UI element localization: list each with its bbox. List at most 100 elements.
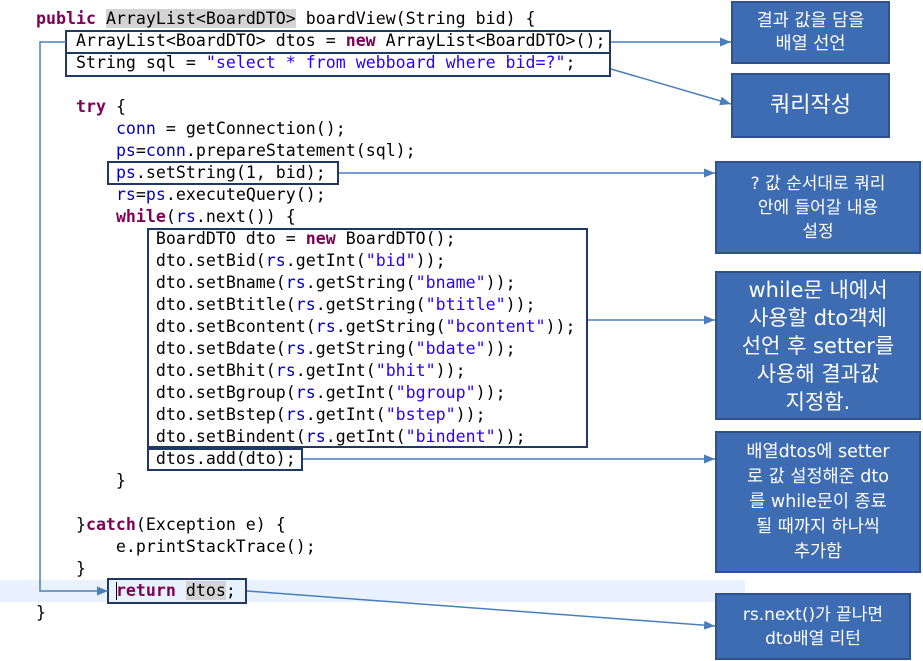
text-cursor (116, 582, 117, 600)
callout-parameter-binding: ? 값 순서대로 쿼리 안에 들어갈 내용 설정 (715, 161, 921, 254)
code-text: .setString(1, bid); (135, 163, 326, 182)
code-keyword: catch (85, 515, 136, 534)
callout-text-line: 로 값 설정해준 dto (747, 466, 889, 487)
code-keyword: public (36, 9, 96, 28)
code-keyword: return (115, 581, 176, 600)
callout-text-line: ? 값 순서대로 쿼리 (750, 173, 886, 194)
code-string-literal: "bid" (365, 251, 416, 270)
code-line: ps.setString(1, bid); (36, 162, 605, 184)
code-text: = (135, 185, 146, 204)
code-line: return dtos; (36, 580, 605, 602)
code-line: dto.setBgroup(rs.getInt("bgroup")); (36, 382, 605, 404)
code-field: conn (115, 119, 156, 138)
callout-text-line: while문 내에서 (748, 277, 888, 302)
code-text: dto.setBcontent( (36, 317, 316, 336)
code-string-literal: "bcontent" (445, 317, 546, 336)
code-line: dtos.add(dto); (36, 448, 605, 470)
code-field: ps (115, 163, 136, 182)
callout-dto-setters: while문 내에서 사용할 dto객체 선언 후 setter를 사용해 결과… (715, 271, 921, 420)
code-text: (Exception e) { (135, 515, 286, 534)
code-text: dto.setBdate( (36, 339, 286, 358)
callout-text-line: 선언 후 setter를 (741, 333, 895, 358)
code-text: )); (415, 251, 446, 270)
code-text: ( (165, 207, 176, 226)
code-text: { (105, 97, 126, 116)
code-line: BoardDTO dto = new BoardDTO(); (36, 228, 605, 250)
code-text: )); (545, 317, 576, 336)
code-text: ArrayList<BoardDTO>(); (375, 31, 606, 50)
annotated-code-slide: public ArrayList<BoardDTO> boardView(Str… (0, 0, 923, 661)
code-field: ps (145, 185, 166, 204)
code-text: .executeQuery(); (165, 185, 326, 204)
code-string-literal: "bname" (415, 273, 486, 292)
code-text: .getInt( (325, 427, 406, 446)
code-field: rs (175, 207, 196, 226)
code-text: .getString( (305, 273, 416, 292)
code-field: rs (275, 361, 296, 380)
code-text: ; (565, 53, 576, 72)
code-text: BoardDTO dto = (36, 229, 306, 248)
code-text: )); (435, 361, 466, 380)
code-text: } (36, 471, 126, 490)
callout-text-line: 사용할 dto객체 (749, 305, 887, 330)
code-text: ; (225, 581, 236, 600)
code-line: } (36, 602, 605, 624)
callout-dtos-add: 배열dtos에 setter 로 값 설정해준 dto 를 while문이 종료… (715, 431, 921, 573)
code-occurrence-highlight: dtos (185, 581, 226, 600)
code-text: boardView(String bid) { (295, 9, 536, 28)
code-editor[interactable]: public ArrayList<BoardDTO> boardView(Str… (36, 8, 605, 624)
code-text: dto.setBhit( (36, 361, 276, 380)
code-line: public ArrayList<BoardDTO> boardView(Str… (36, 8, 605, 30)
code-occurrence-highlight: ArrayList<BoardDTO> (105, 9, 296, 28)
callout-text-line: 추가함 (793, 541, 843, 562)
code-text: ArrayList<BoardDTO> dtos = (36, 31, 346, 50)
callout-text-line: dto배열 리턴 (765, 628, 861, 649)
code-line: dto.setBid(rs.getInt("bid")); (36, 250, 605, 272)
code-line: try { (36, 96, 605, 118)
callout-array-declaration: 결과 값을 담을 배열 선언 (731, 1, 890, 64)
code-line: dto.setBdate(rs.getString("bdate")); (36, 338, 605, 360)
code-text: e.printStackTrace(); (36, 537, 316, 556)
code-text: dtos.add(dto); (36, 449, 296, 468)
code-text: )); (495, 427, 526, 446)
code-line: }catch(Exception e) { (36, 514, 605, 536)
code-field: rs (265, 251, 286, 270)
code-text: .next()) { (195, 207, 296, 226)
code-text: .getString( (305, 339, 416, 358)
code-keyword: new (305, 229, 336, 248)
code-field: rs (285, 339, 306, 358)
arrow-to-query-note (610, 68, 732, 106)
code-line: ps=conn.prepareStatement(sql); (36, 140, 605, 162)
code-line: dto.setBhit(rs.getInt("bhit")); (36, 360, 605, 382)
code-text: dto.setBindent( (36, 427, 306, 446)
code-text: dto.setBgroup( (36, 383, 296, 402)
callout-text-line: 배열 선언 (775, 33, 846, 54)
code-text: .prepareStatement(sql); (185, 141, 416, 160)
code-keyword: while (115, 207, 166, 226)
code-text: .getString( (335, 317, 446, 336)
code-text: dto.setBtitle( (36, 295, 296, 314)
callout-text-line: 지정함. (785, 389, 851, 414)
code-field: rs (285, 405, 306, 424)
code-line: conn = getConnection(); (36, 118, 605, 140)
code-text: .getInt( (305, 405, 386, 424)
code-line: rs=ps.executeQuery(); (36, 184, 605, 206)
code-text: dto.setBname( (36, 273, 286, 292)
callout-text-line: 결과 값을 담을 (756, 10, 865, 31)
code-field: rs (295, 383, 316, 402)
callout-return-array: rs.next()가 끝나면 dto배열 리턴 (715, 593, 911, 660)
code-text: )); (485, 339, 516, 358)
code-line: } (36, 470, 605, 492)
callout-query-writing: 쿼리작성 (731, 73, 890, 138)
code-field: conn (145, 141, 186, 160)
code-keyword: new (345, 31, 376, 50)
